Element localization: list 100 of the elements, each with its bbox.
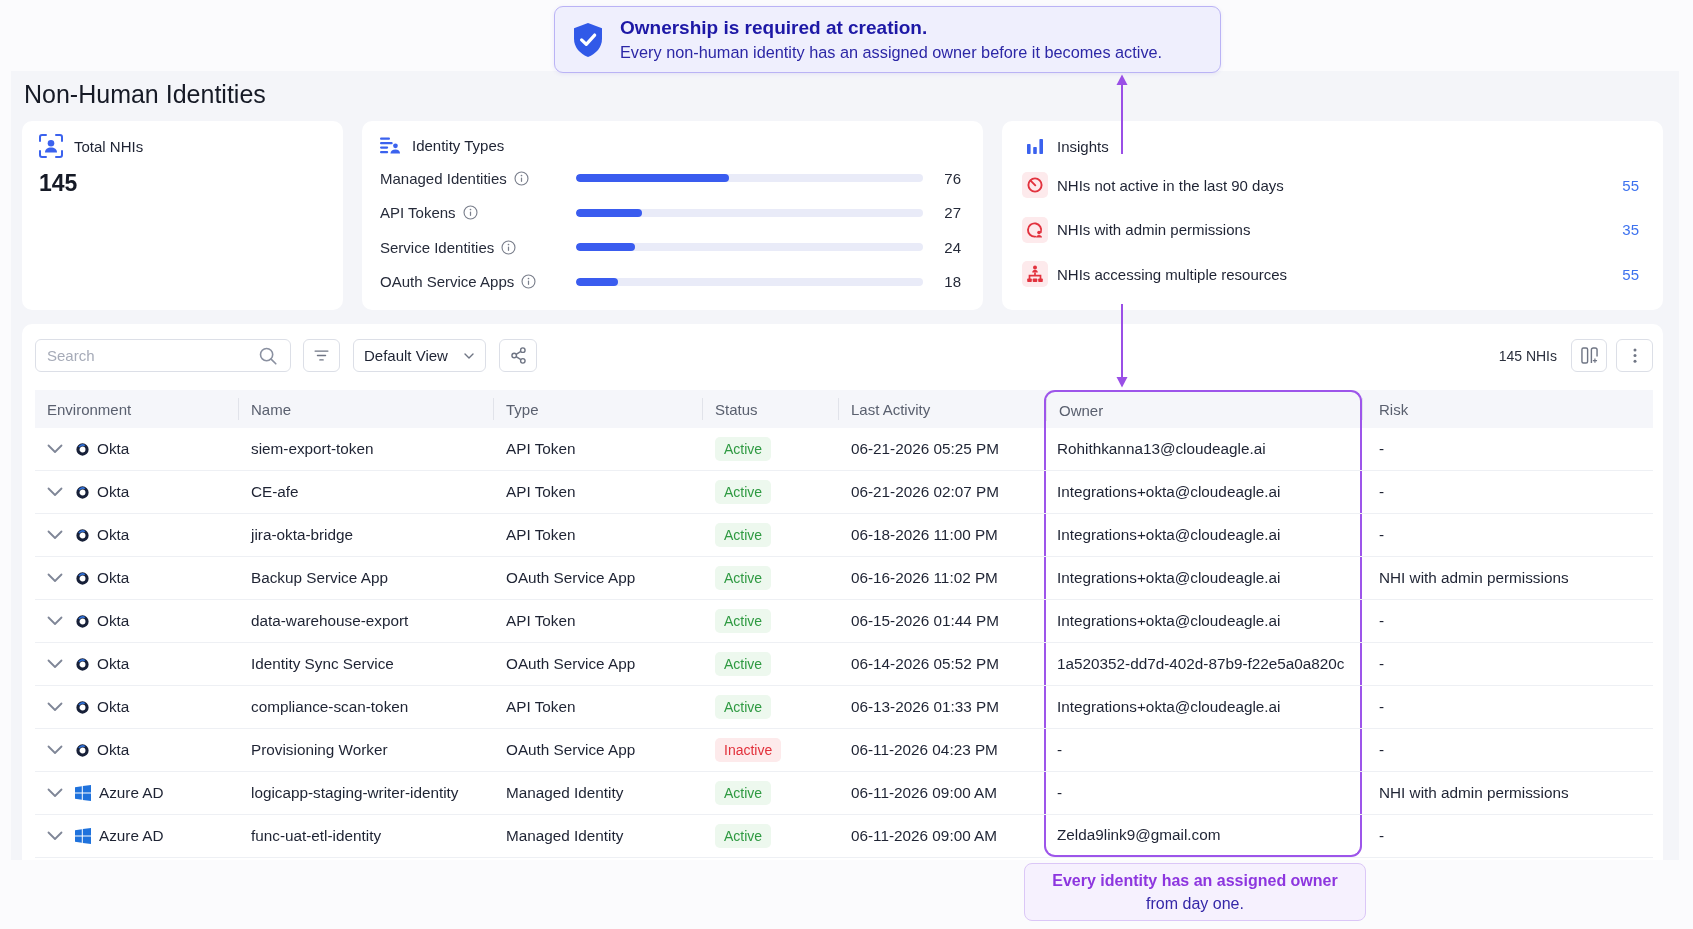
table-cell: Integrations+okta@cloudeagle.ai <box>1044 557 1362 599</box>
info-icon[interactable] <box>513 170 529 186</box>
environment-name: Okta <box>97 655 130 673</box>
share-button[interactable] <box>499 339 537 372</box>
table-cell: Integrations+okta@cloudeagle.ai <box>1044 686 1362 728</box>
status-badge: Active <box>715 437 772 461</box>
columns-button[interactable] <box>1571 339 1607 372</box>
environment-name: Okta <box>97 569 130 587</box>
chevron-down-icon[interactable] <box>47 788 63 798</box>
chevron-down-icon[interactable] <box>47 487 63 497</box>
insight-count-link[interactable]: 55 <box>1622 176 1639 194</box>
type-label: Managed Identities <box>380 169 507 187</box>
table-cell-text: jira-okta-bridge <box>249 525 355 545</box>
chevron-down-icon[interactable] <box>47 444 63 454</box>
environment-name: Okta <box>97 526 130 544</box>
status-badge: Active <box>715 781 772 805</box>
chevron-down-icon[interactable] <box>47 745 63 755</box>
page-title: Non-Human Identities <box>24 79 266 110</box>
columns-icon <box>1580 347 1598 364</box>
view-dropdown[interactable]: Default View <box>353 339 486 372</box>
table-cell-text: 06-13-2026 01:33 PM <box>850 697 1000 717</box>
chevron-down-icon[interactable] <box>47 831 63 841</box>
table-cell-text: data-warehouse-export <box>250 611 410 631</box>
table-cell: Integrations+okta@cloudeagle.ai <box>1044 514 1362 556</box>
table-cell-text: 06-11-2026 04:23 PM <box>850 740 999 760</box>
table-cell-text: 06-11-2026 09:00 AM <box>850 783 998 803</box>
table-cell-text: - <box>1378 525 1386 545</box>
status-badge: Active <box>715 652 772 676</box>
type-label: OAuth Service Apps <box>380 273 515 291</box>
table-cell-text: logicapp-staging-writer-identity <box>250 783 460 803</box>
table-cell: Integrations+okta@cloudeagle.ai <box>1044 600 1362 642</box>
table-cell-text: API Token <box>505 611 577 631</box>
status-badge: Active <box>715 480 772 504</box>
status-badge: Active <box>715 695 772 719</box>
prohibited-icon <box>1022 172 1048 199</box>
type-count: 24 <box>944 238 961 256</box>
status-badge: Active <box>715 566 772 590</box>
user-ring-icon <box>1022 216 1048 243</box>
ring-icon <box>76 528 89 542</box>
table-cell-text: API Token <box>505 439 577 459</box>
ring-icon <box>76 485 89 499</box>
status-badge: Active <box>715 609 772 633</box>
info-icon[interactable] <box>521 274 537 290</box>
insight-label: NHIs with admin permissions <box>1057 221 1251 239</box>
table-cell-text: - <box>1378 439 1386 459</box>
chevron-down-icon[interactable] <box>47 659 63 669</box>
list-icon <box>380 136 400 154</box>
info-icon[interactable] <box>501 239 517 255</box>
column-header: Owner <box>1044 390 1362 428</box>
search-field[interactable]: Search <box>35 339 291 372</box>
table-cell: - <box>1044 729 1362 771</box>
table-cell-text: Provisioning Worker <box>250 740 389 760</box>
table-cell-text: - <box>1378 740 1386 760</box>
chevron-down-icon[interactable] <box>47 702 63 712</box>
chevron-down-icon[interactable] <box>47 530 63 540</box>
filter-button[interactable] <box>303 339 340 372</box>
ring-icon <box>76 700 89 714</box>
environment-name: Okta <box>97 698 130 716</box>
table-cell-text: Managed Identity <box>505 783 625 803</box>
table-cell-text: OAuth Service App <box>505 654 637 674</box>
callout-text: Every non-human identity has an assigned owner before it becomes active. <box>620 43 1163 62</box>
table-cell-text: API Token <box>505 697 577 717</box>
caret-icon <box>464 352 474 359</box>
ring-icon <box>76 614 89 628</box>
card-title: Total NHIs <box>74 137 144 155</box>
status-badge: Active <box>715 523 772 547</box>
info-icon[interactable] <box>462 205 478 221</box>
table-cell-text: 06-18-2026 11:00 PM <box>850 525 999 545</box>
search-icon[interactable] <box>259 347 277 365</box>
table-cell-text: - <box>1378 826 1386 846</box>
table-cell-text: compliance-scan-token <box>250 697 410 717</box>
insight-count-link[interactable]: 35 <box>1622 221 1639 239</box>
environment-name: Okta <box>97 741 130 759</box>
insight-label: NHIs not active in the last 90 days <box>1057 176 1284 194</box>
table-cell-text: Identity Sync Service <box>250 654 395 674</box>
status-badge: Inactive <box>715 738 782 762</box>
environment-name: Azure AD <box>99 827 164 845</box>
table-cell: Integrations+okta@cloudeagle.ai <box>1044 471 1362 513</box>
table-cell-text: 06-16-2026 11:02 PM <box>850 568 999 588</box>
table-cell: 1a520352-dd7d-402d-87b9-f22e5a0a820c <box>1044 643 1362 685</box>
table-cell-text: 06-14-2026 05:52 PM <box>850 654 1000 674</box>
table-cell-text: 06-21-2026 02:07 PM <box>850 482 1000 502</box>
environment-name: Okta <box>97 440 130 458</box>
table-cell-text: Backup Service App <box>250 568 389 588</box>
table-cell-text: NHI with admin permissions <box>1378 568 1570 588</box>
table-cell-text: 06-21-2026 05:25 PM <box>850 439 1000 459</box>
table-cell-text: OAuth Service App <box>505 568 637 588</box>
environment-name: Okta <box>97 483 130 501</box>
share-icon <box>510 347 526 364</box>
environment-name: Azure AD <box>99 784 164 802</box>
table-cell-text: 06-11-2026 09:00 AM <box>850 826 998 846</box>
record-count: 145 NHIs <box>1498 347 1557 364</box>
chevron-down-icon[interactable] <box>47 616 63 626</box>
table-cell: - <box>1044 772 1362 814</box>
insight-count-link[interactable]: 55 <box>1622 265 1639 283</box>
table-cell-text: API Token <box>505 525 577 545</box>
callout-title: Ownership is required at creation. <box>620 17 928 39</box>
chevron-down-icon[interactable] <box>47 573 63 583</box>
shield-check-icon <box>572 21 604 58</box>
type-count: 27 <box>944 204 961 222</box>
